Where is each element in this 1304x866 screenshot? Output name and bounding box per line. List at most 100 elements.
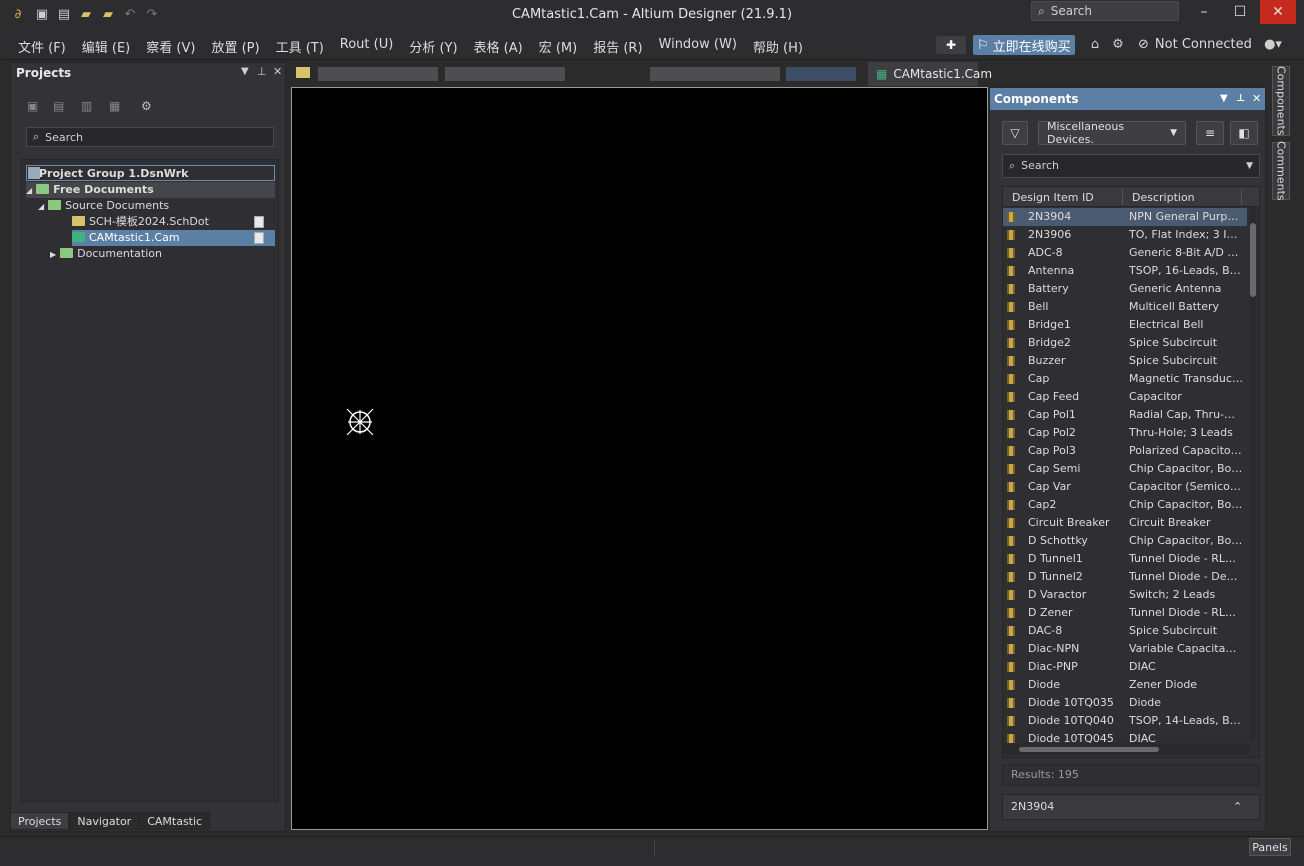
menu-tools[interactable]: 工具 (T)	[268, 37, 332, 56]
menu-rout[interactable]: Rout (U)	[332, 37, 402, 56]
tree-item-documentation[interactable]: ▶ Documentation	[50, 246, 162, 262]
menu-place[interactable]: 放置 (P)	[203, 37, 267, 56]
component-description: Magnetic Transduce...	[1129, 372, 1243, 385]
tree-item-project-group[interactable]: Project Group 1.DsnWrk	[26, 165, 275, 181]
projects-search-input[interactable]: ⌕ Search	[26, 127, 274, 147]
component-row[interactable]: Diac-PNP DIAC	[1003, 658, 1247, 676]
menu-view[interactable]: 察看 (V)	[138, 37, 203, 56]
component-row[interactable]: Battery Generic Antenna	[1003, 280, 1247, 298]
library-select[interactable]: Miscellaneous Devices. ▼	[1038, 120, 1186, 146]
panel-close-icon[interactable]: ✕	[1252, 88, 1261, 110]
component-row[interactable]: Cap Pol3 Polarized Capacitor...	[1003, 442, 1247, 460]
panel-close-icon[interactable]: ✕	[273, 65, 282, 78]
component-row[interactable]: Bridge2 Spice Subcircuit	[1003, 334, 1247, 352]
menu-window[interactable]: Window (W)	[651, 37, 745, 56]
component-row[interactable]: Diode Zener Diode	[1003, 676, 1247, 694]
maximize-button[interactable]: ☐	[1222, 0, 1258, 24]
tab-camtastic[interactable]: CAMtastic	[139, 812, 211, 830]
component-row[interactable]: D Tunnel2 Tunnel Diode - Dep...	[1003, 568, 1247, 586]
side-tab-comments[interactable]: Comments	[1272, 141, 1290, 201]
component-row[interactable]: Diode 10TQ035 Diode	[1003, 694, 1247, 712]
component-description: Chip Capacitor, Bod...	[1129, 462, 1243, 475]
gear-icon[interactable]: ⚙	[1110, 36, 1126, 52]
component-row[interactable]: Diode 10TQ040 TSOP, 14-Leads, Bod...	[1003, 712, 1247, 730]
blurred-tab[interactable]	[650, 67, 780, 81]
pin-icon[interactable]: ⊥	[1236, 88, 1245, 110]
component-row[interactable]: Diac-NPN Variable Capacitanc...	[1003, 640, 1247, 658]
column-design-item-id[interactable]: Design Item ID	[1012, 191, 1094, 204]
component-row[interactable]: Cap Semi Chip Capacitor, Bod...	[1003, 460, 1247, 478]
list-view-button[interactable]: ≡	[1196, 121, 1224, 145]
title-search-input[interactable]: ⌕ Search	[1031, 1, 1179, 21]
home-icon[interactable]: ⌂	[1087, 36, 1103, 52]
horizontal-scroll-thumb[interactable]	[1019, 747, 1159, 752]
buy-online-button[interactable]: ⚐ 立即在线购买	[973, 35, 1075, 55]
component-row[interactable]: ADC-8 Generic 8-Bit A/D Co...	[1003, 244, 1247, 262]
menu-file[interactable]: 文件 (F)	[10, 37, 74, 56]
blurred-tab[interactable]	[318, 67, 438, 81]
menu-tables[interactable]: 表格 (A)	[466, 37, 531, 56]
component-row[interactable]: Antenna TSOP, 16-Leads, Bod...	[1003, 262, 1247, 280]
component-row[interactable]: Buzzer Spice Subcircuit	[1003, 352, 1247, 370]
panels-button[interactable]: Panels	[1249, 838, 1291, 856]
component-row[interactable]: Cap2 Chip Capacitor, Bod...	[1003, 496, 1247, 514]
blurred-tab[interactable]	[445, 67, 565, 81]
close-button[interactable]: ✕	[1260, 0, 1296, 24]
expand-up-icon[interactable]: ⌃	[1233, 795, 1242, 819]
component-row[interactable]: Bridge1 Electrical Bell	[1003, 316, 1247, 334]
selected-component-bar[interactable]: 2N3904 ⌃	[1002, 794, 1260, 820]
component-row[interactable]: Circuit Breaker Circuit Breaker	[1003, 514, 1247, 532]
cam-canvas[interactable]	[291, 87, 988, 830]
component-row[interactable]: Bell Multicell Battery	[1003, 298, 1247, 316]
menu-help[interactable]: 帮助 (H)	[745, 37, 811, 56]
component-row[interactable]: 2N3904 NPN General Purpos...	[1003, 208, 1247, 226]
menu-edit[interactable]: 编辑 (E)	[74, 37, 139, 56]
origin-marker-icon	[346, 408, 374, 436]
component-row[interactable]: D Schottky Chip Capacitor, Bod...	[1003, 532, 1247, 550]
tab-camtastic-document[interactable]: ▦ CAMtastic1.Cam	[868, 62, 992, 86]
component-row[interactable]: Cap Pol1 Radial Cap, Thru-Ho...	[1003, 406, 1247, 424]
side-tab-components[interactable]: Components	[1272, 66, 1290, 136]
detail-view-button[interactable]: ◧	[1230, 121, 1258, 145]
panel-menu-icon[interactable]: ▼	[1220, 88, 1228, 110]
component-row[interactable]: Cap Pol2 Thru-Hole; 3 Leads	[1003, 424, 1247, 442]
pin-icon[interactable]: ⊥	[257, 65, 267, 78]
compile-icon[interactable]: ▦	[109, 99, 120, 113]
component-row[interactable]: Cap Var Capacitor (Semicon...	[1003, 478, 1247, 496]
tree-item-schdot[interactable]: SCH-模板2024.SchDot	[72, 214, 272, 230]
components-search-input[interactable]: ⌕ Search ▼	[1002, 154, 1260, 178]
tree-item-source-documents[interactable]: ◢ Source Documents	[38, 198, 169, 214]
minimize-button[interactable]: –	[1186, 0, 1222, 24]
panel-menu-icon[interactable]: ▼	[241, 66, 249, 77]
expand-arrow-icon: ◢	[38, 202, 45, 211]
menu-analysis[interactable]: 分析 (Y)	[401, 37, 465, 56]
user-account-icon[interactable]: ●▾	[1260, 36, 1286, 52]
component-row[interactable]: 2N3906 TO, Flat Index; 3 In-L...	[1003, 226, 1247, 244]
tab-projects[interactable]: Projects	[10, 812, 70, 830]
close-document-icon[interactable]: ▥	[81, 99, 92, 113]
tab-navigator[interactable]: Navigator	[69, 812, 140, 830]
tree-item-free-documents[interactable]: ◢ Free Documents	[26, 182, 275, 198]
menu-reports[interactable]: 报告 (R)	[585, 37, 650, 56]
blurred-tab[interactable]	[786, 67, 856, 81]
component-row[interactable]: D Varactor Switch; 2 Leads	[1003, 586, 1247, 604]
feedback-button[interactable]: ✚	[936, 36, 966, 54]
connection-status[interactable]: ⊘ Not Connected	[1138, 37, 1252, 52]
component-row[interactable]: D Zener Tunnel Diode - RLC...	[1003, 604, 1247, 622]
save-project-icon[interactable]: ▣	[27, 99, 38, 113]
component-row[interactable]: D Tunnel1 Tunnel Diode - RLC...	[1003, 550, 1247, 568]
component-row[interactable]: DAC-8 Spice Subcircuit	[1003, 622, 1247, 640]
component-row[interactable]: Cap Magnetic Transduce...	[1003, 370, 1247, 388]
component-description: NPN General Purpos...	[1129, 210, 1243, 223]
add-document-icon[interactable]: ▤	[53, 99, 64, 113]
vertical-scroll-thumb[interactable]	[1250, 223, 1256, 297]
menu-macro[interactable]: 宏 (M)	[531, 37, 586, 56]
document-tab-icon	[296, 67, 310, 78]
horizontal-scrollbar[interactable]	[1003, 743, 1249, 755]
project-settings-icon[interactable]: ⚙	[141, 99, 152, 113]
tree-item-camtastic[interactable]: CAMtastic1.Cam	[72, 230, 275, 246]
component-row[interactable]: Cap Feed Capacitor	[1003, 388, 1247, 406]
vertical-scrollbar[interactable]	[1250, 209, 1256, 739]
filter-button[interactable]: ▽	[1002, 121, 1028, 145]
column-description[interactable]: Description	[1132, 191, 1195, 204]
